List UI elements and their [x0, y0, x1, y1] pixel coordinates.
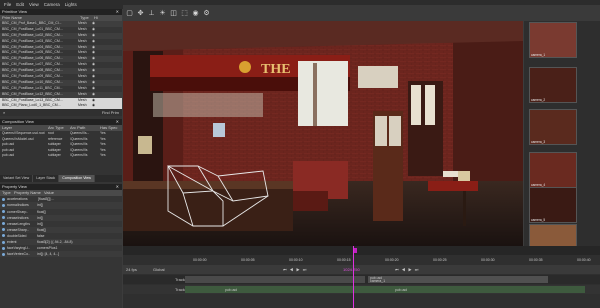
property-name: faceVertexCo.. — [7, 252, 30, 257]
3d-viewport[interactable]: THE — [123, 21, 523, 246]
axes-icon[interactable]: ⊥ — [147, 9, 156, 18]
composition-cell: sublayer — [48, 153, 61, 158]
prim-name: BBC_CM_Plano_Lod0_1_BBC_CM... — [2, 103, 61, 108]
tab-variant-set-view[interactable]: Variant Set View — [0, 175, 34, 183]
camera-thumbnail[interactable]: camera_5 — [529, 187, 577, 223]
fps-label: 24 fps — [126, 267, 137, 272]
camera-thumbnail-strip: camera_1 camera_2 camera_3 camera_4 came… — [524, 21, 600, 260]
attribute-icon — [2, 246, 5, 250]
camera-thumbnail[interactable]: camera_3 — [529, 109, 577, 145]
timeline-tick-label: 00:00:00 — [193, 258, 207, 262]
current-frame[interactable]: 1024.250 — [343, 265, 360, 274]
composition-cell: pub.usd — [2, 153, 15, 158]
camera-thumbnail[interactable]: camera_4 — [529, 152, 577, 188]
timeline-tick-label: 00:00:10 — [289, 258, 303, 262]
gear-icon[interactable]: ⚙ — [202, 9, 211, 18]
primitive-list: BBC_CM_Prof_Base1_BBC_CM_Cl... Mesh ◉ BBC_C… — [0, 21, 122, 110]
wire-icon[interactable]: ⬚ — [180, 9, 189, 18]
attribute-icon — [2, 204, 5, 207]
loop-controls[interactable]: ⏮◀▶⏭ — [395, 265, 421, 274]
transport-controls: 24 fps Global ⏮◀▶⏭ 1024.250 ⏮◀▶⏭ — [123, 265, 600, 274]
sun-icon[interactable]: ☀ — [158, 9, 167, 18]
cube-icon[interactable]: ◫ — [169, 9, 178, 18]
scene-render: THE — [123, 21, 523, 246]
composition-cell: Yes — [100, 153, 106, 158]
menu-file[interactable]: File — [4, 0, 11, 9]
camera-thumbnail[interactable]: camera_1 — [529, 22, 577, 58]
menu-lights[interactable]: Lights — [65, 0, 77, 9]
composition-list: QueensVSequence.usd.root root QueensVis...… — [0, 131, 122, 176]
mode-select[interactable]: Global — [153, 265, 165, 274]
menu-camera[interactable]: Camera — [44, 0, 60, 9]
tab-composition-view[interactable]: Composition View — [59, 175, 95, 183]
track-row: Track pub.usd camera_1 — [123, 275, 600, 284]
square-icon[interactable]: ▢ — [125, 9, 134, 18]
timeline-tick-label: 00:00:15 — [337, 258, 351, 262]
attribute-icon — [2, 234, 5, 238]
primitive-actions: ⌕ Find Prim — [0, 109, 122, 117]
composition-cell: /QueensVis — [70, 153, 88, 158]
timeline-tick-label: 00:00:05 — [241, 258, 255, 262]
timeline-tick-label: 00:00:35 — [529, 258, 543, 262]
viewport-toolbar: ▢ ✥ ⊥ ☀ ◫ ⬚ ◉ ⚙ — [123, 5, 600, 21]
menu-edit[interactable]: Edit — [16, 0, 24, 9]
timeline-scroll[interactable] — [123, 246, 600, 255]
timeline-tick-label: 00:00:20 — [385, 258, 399, 262]
clip[interactable] — [185, 276, 365, 283]
property-value: int[]: [4, 4, 4...] — [37, 252, 60, 257]
composition-row[interactable]: pub.usd sublayer/QueensVis Yes — [0, 153, 122, 159]
timeline-tick-label: 00:00:40 — [577, 258, 591, 262]
attribute-icon — [2, 228, 5, 232]
attribute-icon — [2, 210, 5, 214]
menu-view[interactable]: View — [29, 0, 39, 9]
attribute-icon — [2, 240, 5, 244]
attribute-icon — [2, 252, 5, 256]
close-icon[interactable]: ✕ — [116, 184, 119, 190]
play-controls[interactable]: ⏮◀▶⏭ — [283, 265, 309, 274]
attribute-icon — [2, 197, 5, 201]
timeline-tick-label: 00:00:30 — [481, 258, 495, 262]
close-icon[interactable]: ✕ — [116, 9, 119, 15]
property-list: accelerations [float3[]] ... normalIndice… — [0, 196, 122, 258]
camera-icon[interactable]: ◉ — [191, 9, 200, 18]
timeline-panel: 00:00:00 00:00:05 00:00:10 00:00:15 00:00:20… — [123, 246, 600, 308]
playhead-line — [353, 246, 354, 308]
property-row[interactable]: faceVertexCo.. int[]: [4, 4, 4...] — [0, 251, 122, 258]
move-icon[interactable]: ✥ — [136, 9, 145, 18]
sign-text: THE — [261, 62, 291, 77]
track-row: Track pub.usd pub.usd — [123, 285, 600, 294]
tab-layer-stack[interactable]: Layer Stack — [33, 175, 60, 183]
left-panel: Primitive View ✕ Prim Name Type Hi BBC_C… — [0, 9, 122, 308]
attribute-icon — [2, 216, 5, 220]
composition-tabs: Variant Set View Layer Stack Composition… — [0, 175, 122, 183]
attribute-icon — [2, 222, 5, 226]
prim-type: Mesh — [78, 103, 87, 108]
clip[interactable]: pub.usd camera_1 — [368, 276, 548, 283]
camera-thumbnail[interactable]: camera_2 — [529, 67, 577, 103]
clip[interactable]: pub.usd pub.usd — [185, 286, 585, 293]
search-icon[interactable]: ⌕ — [3, 109, 5, 116]
timeline-tick-label: 00:00:25 — [433, 258, 447, 262]
find-prim-button[interactable]: Find Prim — [102, 109, 119, 116]
timeline-ruler: 00:00:00 00:00:05 00:00:10 00:00:15 00:00:20… — [123, 255, 600, 265]
